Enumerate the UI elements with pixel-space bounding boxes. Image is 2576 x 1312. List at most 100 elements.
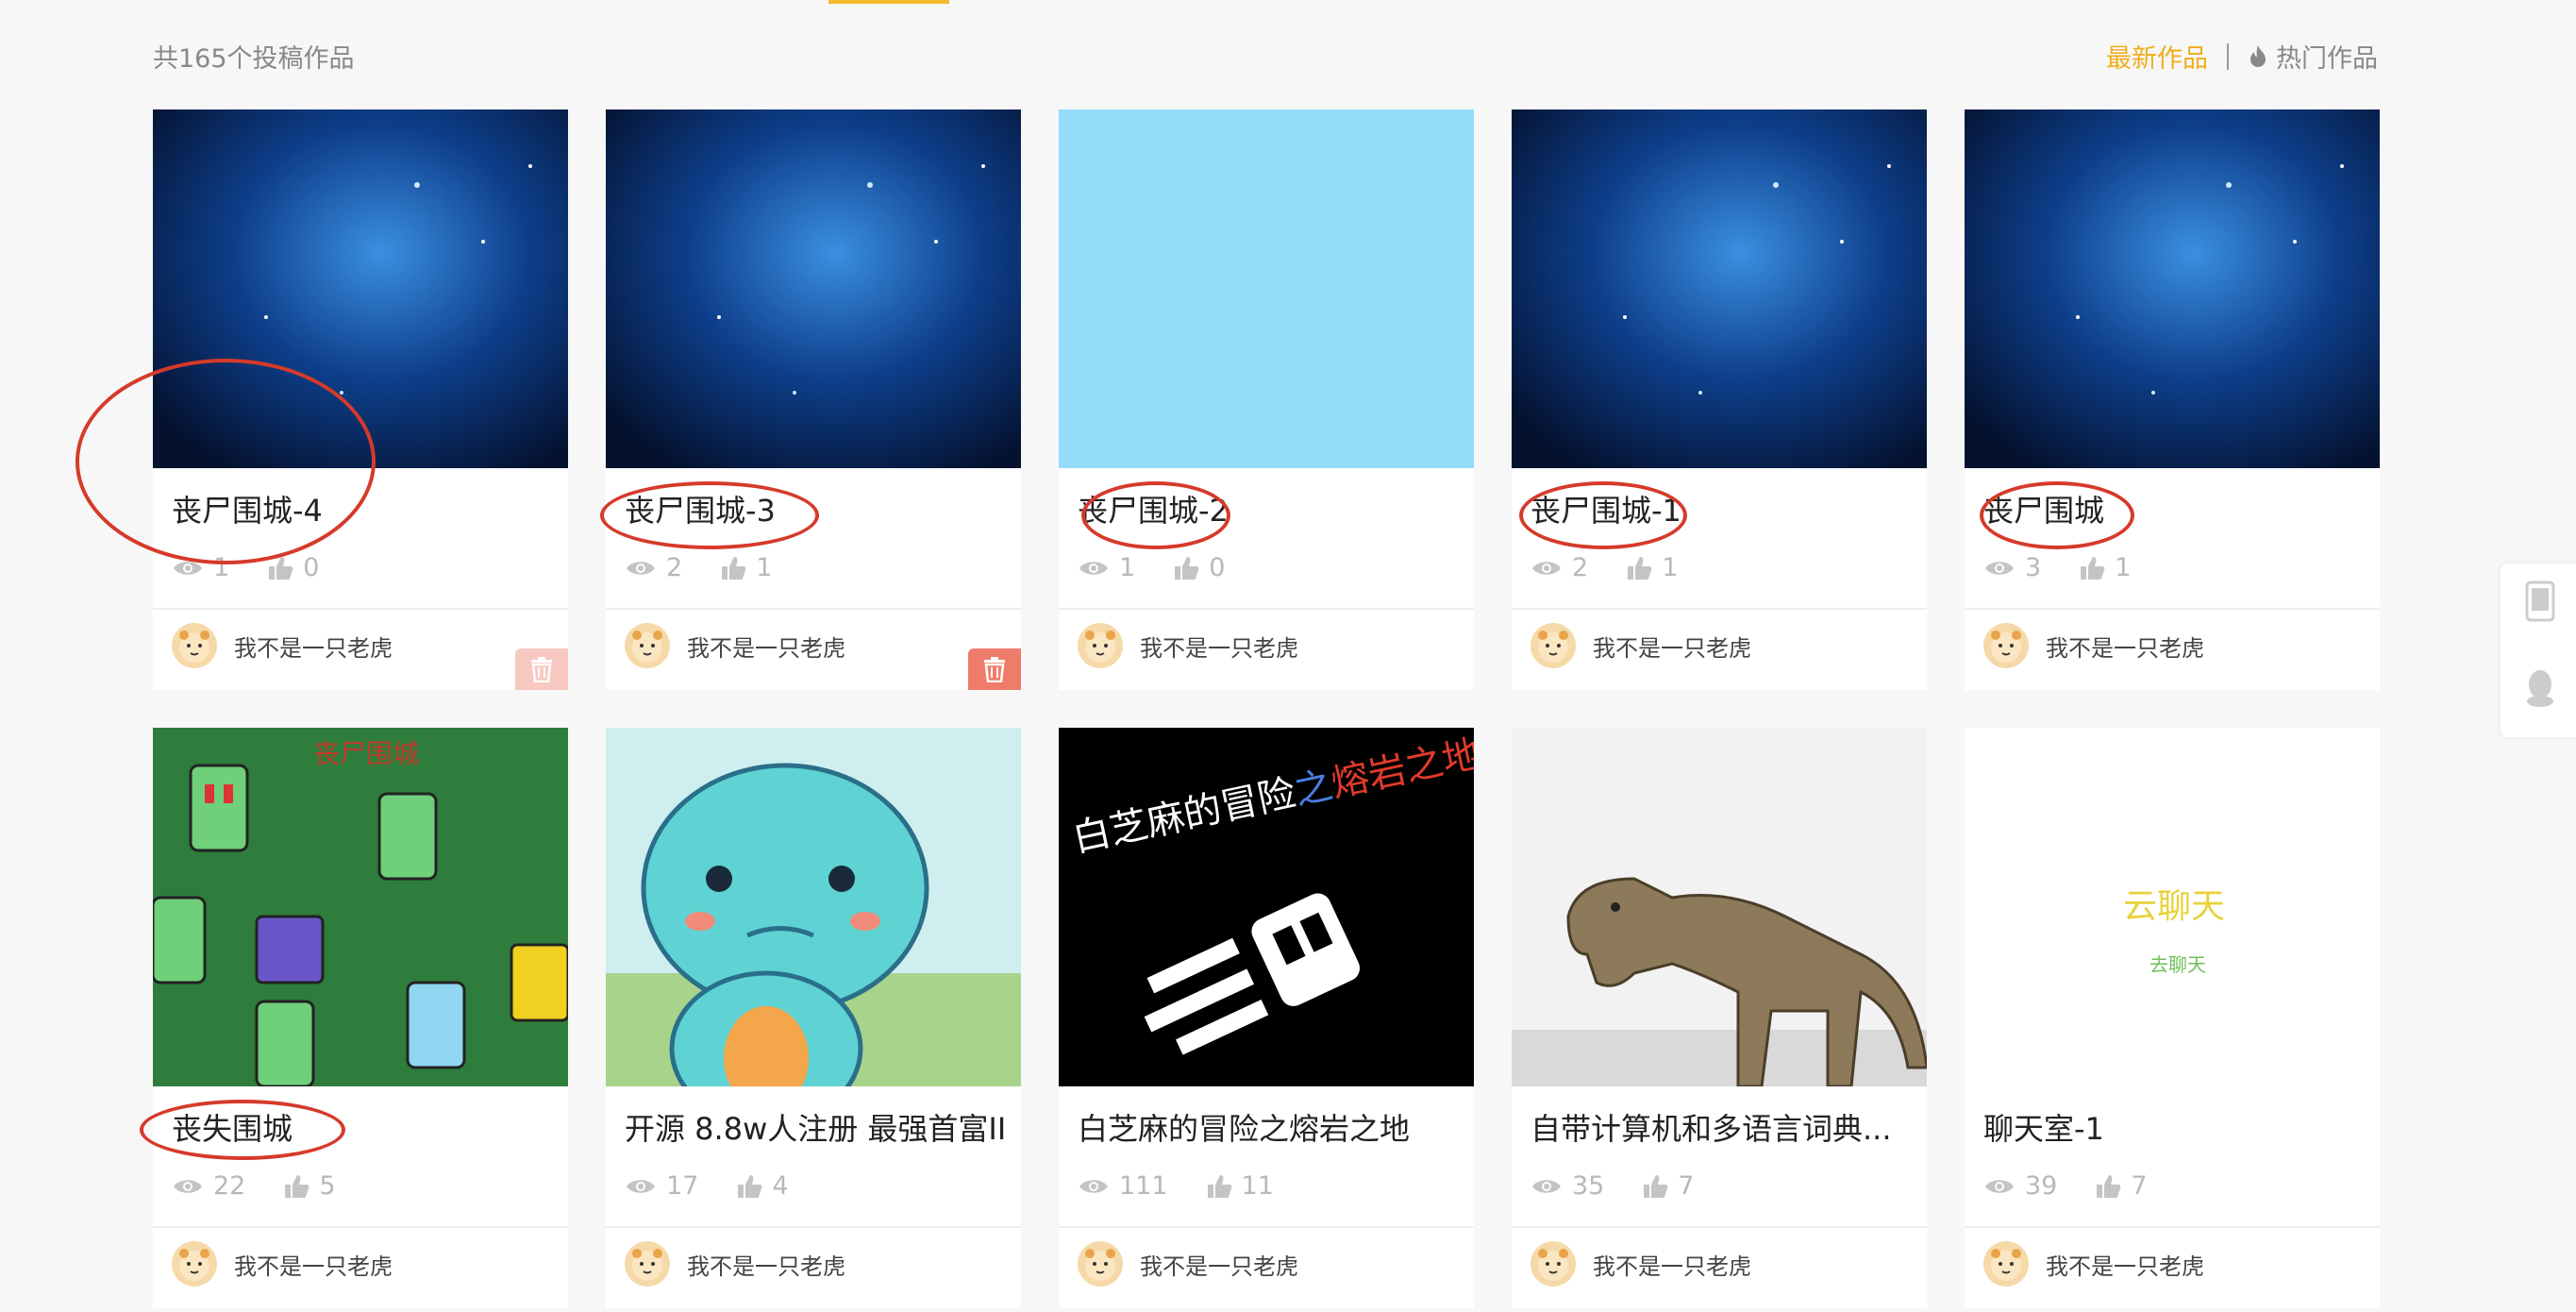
work-card[interactable]: 丧尸围城-1 2 1 我不是一只老虎 — [1512, 109, 1927, 690]
view-count: 1 — [213, 553, 230, 582]
work-stats: 3 1 — [1983, 553, 2168, 582]
author-name: 我不是一只老虎 — [234, 634, 393, 662]
avatar — [1078, 623, 1123, 668]
space-icon — [153, 109, 568, 468]
sort-hot-link[interactable]: 热门作品 — [2248, 38, 2378, 75]
work-stats: 111 11 — [1078, 1171, 1312, 1201]
work-title[interactable]: 开源 8.8w人注册 最强首富II — [625, 1105, 1006, 1149]
sort-bar: 最新作品 热门作品 — [2106, 38, 2378, 75]
work-title[interactable]: 丧尸围城-2 — [1078, 487, 1229, 530]
like-count: 7 — [1678, 1171, 1695, 1201]
sort-latest-link[interactable]: 最新作品 — [2106, 38, 2208, 75]
zombie-game-icon — [153, 728, 568, 1086]
work-card[interactable]: 云聊天 去聊天 聊天室-1 39 7 我不是一只老虎 — [1965, 728, 2380, 1308]
author-name: 我不是一只老虎 — [2046, 634, 2204, 662]
like-count: 1 — [1662, 553, 1679, 582]
work-stats: 22 5 — [172, 1171, 374, 1201]
work-thumbnail[interactable]: 云聊天 去聊天 — [1965, 728, 2380, 1086]
work-thumbnail[interactable] — [606, 109, 1021, 468]
view-count: 39 — [2025, 1171, 2058, 1201]
card-divider — [1965, 608, 2380, 610]
work-title[interactable]: 丧尸围城 — [1983, 487, 2104, 530]
work-thumbnail[interactable] — [153, 109, 568, 468]
avatar — [625, 1241, 670, 1287]
eye-icon — [174, 1179, 202, 1193]
work-title[interactable]: 白芝麻的冒险之熔岩之地 — [1078, 1105, 1410, 1149]
author-name: 我不是一只老虎 — [2046, 1253, 2204, 1280]
work-thumbnail[interactable] — [606, 728, 1021, 1086]
avatar — [1531, 623, 1576, 668]
card-divider — [606, 608, 1021, 610]
like-count: 4 — [772, 1171, 789, 1201]
author[interactable]: 我不是一只老虎 — [1531, 1241, 1751, 1287]
sort-hot-label: 热门作品 — [2276, 44, 2378, 74]
work-card[interactable]: 白芝麻的冒险之熔岩之地 白芝麻的冒险之熔岩之地 111 11 我不是一只老虎 — [1059, 728, 1474, 1308]
avatar — [1983, 1241, 2029, 1287]
tiger-avatar-icon — [1991, 631, 2021, 663]
card-divider — [606, 1226, 1021, 1228]
author[interactable]: 我不是一只老虎 — [172, 623, 393, 668]
card-divider — [153, 1226, 568, 1228]
delete-button[interactable] — [515, 648, 568, 690]
author[interactable]: 我不是一只老虎 — [1983, 1241, 2204, 1287]
author-name: 我不是一只老虎 — [1140, 1253, 1298, 1280]
work-thumbnail[interactable]: 丧尸围城 — [153, 728, 568, 1086]
eye-icon — [1985, 561, 2014, 575]
work-thumbnail[interactable]: 白芝麻的冒险之熔岩之地 — [1059, 728, 1474, 1086]
author[interactable]: 我不是一只老虎 — [1078, 623, 1298, 668]
tiger-avatar-icon — [179, 631, 209, 663]
eye-icon — [174, 561, 202, 575]
trash-icon — [531, 657, 552, 682]
work-card[interactable]: 丧尸围城 丧失围城 22 5 我不是一只老虎 — [153, 728, 568, 1308]
phone-icon[interactable] — [2523, 580, 2557, 622]
avatar — [625, 623, 670, 668]
cartoon-fish-icon — [606, 728, 1021, 1086]
work-card[interactable]: 丧尸围城 3 1 我不是一只老虎 — [1965, 109, 2380, 690]
view-count: 35 — [1572, 1171, 1605, 1201]
work-card[interactable]: 丧尸围城-3 2 1 我不是一只老虎 — [606, 109, 1021, 690]
space-icon — [1512, 109, 1927, 468]
work-stats: 17 4 — [625, 1171, 827, 1201]
view-count: 111 — [1119, 1171, 1168, 1201]
author[interactable]: 我不是一只老虎 — [1531, 623, 1751, 668]
like-count: 5 — [319, 1171, 336, 1201]
work-thumbnail[interactable] — [1059, 109, 1474, 468]
work-card[interactable]: 开源 8.8w人注册 最强首富II 17 4 我不是一只老虎 — [606, 728, 1021, 1308]
work-thumbnail[interactable] — [1512, 728, 1927, 1086]
author[interactable]: 我不是一只老虎 — [1983, 623, 2204, 668]
thumbs-up-icon — [285, 1174, 309, 1198]
eye-icon — [1532, 561, 1561, 575]
thumb-caption-small: 去聊天 — [2149, 953, 2206, 976]
author[interactable]: 我不是一只老虎 — [625, 1241, 845, 1287]
author[interactable]: 我不是一只老虎 — [1078, 1241, 1298, 1287]
author[interactable]: 我不是一只老虎 — [172, 1241, 393, 1287]
work-stats: 35 7 — [1531, 1171, 1732, 1201]
work-title[interactable]: 自带计算机和多语言词典... — [1531, 1105, 1892, 1149]
sort-divider — [2227, 42, 2229, 70]
work-card[interactable]: 丧尸围城-2 1 0 我不是一只老虎 — [1059, 109, 1474, 690]
qq-icon[interactable] — [2523, 667, 2557, 709]
work-thumbnail[interactable] — [1512, 109, 1927, 468]
like-count: 0 — [303, 553, 320, 582]
view-count: 2 — [666, 553, 683, 582]
fire-icon — [2250, 44, 2266, 67]
tiger-avatar-icon — [632, 631, 662, 663]
view-count: 2 — [1572, 553, 1589, 582]
space-icon — [1965, 109, 2380, 468]
work-title[interactable]: 丧尸围城-4 — [172, 487, 323, 530]
card-divider — [1059, 608, 1474, 610]
work-title[interactable]: 丧尸围城-1 — [1531, 487, 1681, 530]
work-title[interactable]: 丧尸围城-3 — [625, 487, 776, 530]
work-title[interactable]: 聊天室-1 — [1983, 1105, 2104, 1149]
card-divider — [1512, 1226, 1927, 1228]
author[interactable]: 我不是一只老虎 — [625, 623, 845, 668]
work-card[interactable]: 丧尸围城-4 1 0 我不是一只老虎 — [153, 109, 568, 690]
delete-button[interactable] — [968, 648, 1021, 690]
work-card[interactable]: 自带计算机和多语言词典... 35 7 我不是一只老虎 — [1512, 728, 1927, 1308]
like-count: 0 — [1209, 553, 1226, 582]
avatar — [172, 1241, 217, 1287]
thumbs-up-icon — [1628, 556, 1652, 580]
work-title[interactable]: 丧失围城 — [172, 1105, 293, 1149]
thumb-caption: 丧尸围城 — [313, 738, 420, 769]
work-thumbnail[interactable] — [1965, 109, 2380, 468]
